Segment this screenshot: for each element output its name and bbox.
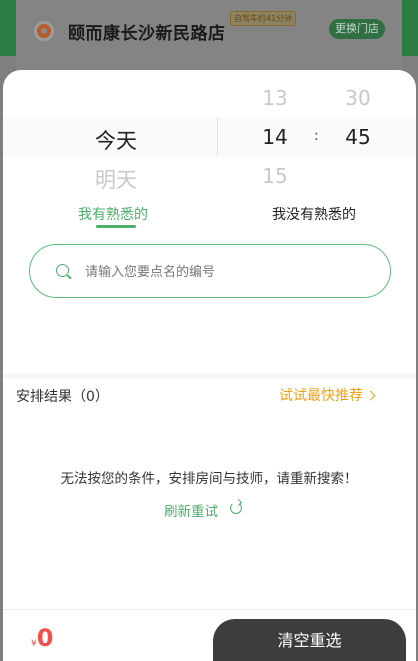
tab-active-indicator [96, 225, 136, 228]
hour-next[interactable]: 15 [245, 164, 305, 188]
chevron-right-icon [365, 390, 376, 401]
refresh-icon[interactable] [230, 502, 242, 514]
price-amount: 0 [36, 624, 54, 652]
time-separator: : [314, 128, 319, 144]
search-icon [56, 264, 69, 277]
footer-divider [3, 609, 416, 610]
picker-divider [217, 118, 218, 156]
retry-link[interactable]: 刷新重试 [164, 500, 218, 520]
search-input[interactable] [85, 261, 365, 283]
clear-reset-button[interactable]: 清空重选 [213, 619, 406, 661]
location-pin-icon [34, 21, 54, 41]
travel-time-tag: 自驾车约41分钟 [230, 11, 297, 26]
empty-result-message: 无法按您的条件，安排房间与技师，请重新搜索！ [60, 471, 358, 487]
booking-sheet [3, 70, 416, 661]
result-title: 安排结果（0） [16, 389, 109, 405]
tab-not-familiar[interactable]: 我没有熟悉的 [272, 204, 356, 224]
minute-prev[interactable]: 30 [328, 86, 388, 110]
tab-familiar[interactable]: 我有熟悉的 [78, 204, 148, 224]
fastest-recommend-label: 试试最快推荐 [279, 388, 363, 404]
fastest-recommend-link[interactable]: 试试最快推荐 [279, 385, 376, 405]
change-store-button[interactable]: 更换门店 [329, 19, 385, 39]
total-price: ¥0 [31, 624, 53, 652]
store-name: 颐而康长沙新民路店 [68, 24, 226, 44]
day-option-today[interactable]: 今天 [76, 125, 156, 155]
hour-prev[interactable]: 13 [245, 86, 305, 110]
search-box[interactable] [29, 244, 391, 298]
minute-selected[interactable]: 45 [328, 125, 388, 149]
section-divider [3, 374, 416, 378]
hour-selected[interactable]: 14 [245, 125, 305, 149]
day-option-tomorrow[interactable]: 明天 [76, 164, 156, 194]
